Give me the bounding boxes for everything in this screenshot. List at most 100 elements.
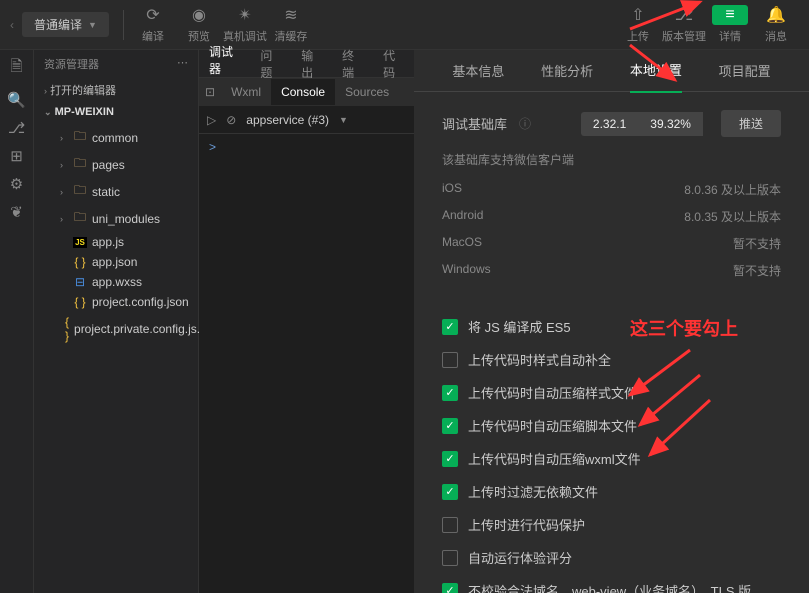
settings-tab[interactable]: 本地设置 (630, 50, 682, 93)
explorer-title: 资源管理器 (44, 56, 99, 72)
lib-version-select[interactable]: 2.32.1 39.32% (581, 112, 703, 136)
checkbox[interactable]: ✓ (442, 385, 458, 401)
chevron-icon[interactable]: ⌄ (44, 107, 52, 117)
debug-lib-label: 调试基础库 (442, 114, 507, 133)
search-icon[interactable]: 🔍 (7, 91, 26, 109)
project-name: MP-WEIXIN (55, 106, 114, 118)
help-icon[interactable]: ⓘ (519, 115, 531, 132)
checkbox[interactable]: ✓ (442, 484, 458, 500)
settings-tabs: 基本信息性能分析本地设置项目配置 (414, 50, 809, 92)
files-icon[interactable]: 🗎 (10, 56, 22, 81)
tab-sources[interactable]: Sources (335, 85, 399, 99)
panel-tab[interactable]: 终端 (332, 47, 373, 81)
checkbox[interactable] (442, 550, 458, 566)
message-button[interactable]: 🔔消息 (753, 5, 799, 44)
file-name: static (92, 185, 120, 199)
tree-item[interactable]: ⊟ app.wxss (34, 272, 198, 292)
tab-console[interactable]: Console (271, 79, 335, 105)
compile-mode-dropdown[interactable]: 普通编译 ▼ (22, 12, 109, 37)
checkbox-label: 将 JS 编译成 ES5 (468, 317, 571, 336)
checkbox[interactable]: ✓ (442, 319, 458, 335)
checkbox-label: 自动运行体验评分 (468, 548, 572, 567)
settings-tab[interactable]: 性能分析 (541, 50, 593, 92)
debug-button[interactable]: ✴真机调试 (222, 5, 268, 44)
file-icon: { } (65, 315, 69, 343)
tree-item[interactable]: { } app.json (34, 252, 198, 272)
branch-icon[interactable]: ⎇ (8, 119, 25, 137)
lib-version: 2.32.1 (581, 112, 638, 136)
file-name: uni_modules (92, 212, 160, 226)
file-icon: { } (73, 255, 87, 269)
editor-area: 调试器问题输出终端代码 ⊡ Wxml Console Sources ▷ ⊘ a… (199, 50, 414, 593)
tree-item[interactable]: ›🗀static (34, 178, 198, 205)
tree-item[interactable]: { }project.private.config.js... (34, 312, 198, 346)
checkbox-label: 上传代码时自动压缩wxml文件 (468, 449, 641, 468)
checkbox-row: 自动运行体验评分 (442, 541, 781, 574)
tree-item[interactable]: { }project.config.json (34, 292, 198, 312)
tree-item[interactable]: ›🗀uni_modules (34, 205, 198, 232)
clear-icon[interactable]: ⊘ (226, 113, 236, 127)
panel-tabs: 调试器问题输出终端代码 (199, 50, 414, 78)
inspect-icon[interactable]: ⊡ (199, 85, 221, 99)
checkbox[interactable] (442, 517, 458, 533)
details-button[interactable]: ≡详情 (707, 5, 753, 44)
tree-item[interactable]: JSapp.js (34, 232, 198, 252)
file-name: app.wxss (92, 275, 142, 289)
checkbox-row: ✓ 上传时过滤无依赖文件 (442, 475, 781, 508)
lib-percent: 39.32% (638, 112, 703, 136)
file-icon: 🗀 (73, 127, 87, 148)
file-icon: ⊟ (73, 275, 87, 289)
settings-tab[interactable]: 项目配置 (719, 50, 771, 92)
menu-icon: ≡ (712, 5, 748, 25)
upload-button[interactable]: ⇧上传 (615, 5, 661, 44)
checkbox-row: ✓ 上传代码时自动压缩脚本文件 (442, 409, 781, 442)
file-icon: { } (73, 295, 87, 309)
checkbox-label: 不校验合法域名、web-view（业务域名）、TLS 版 (468, 581, 751, 593)
checkbox-label: 上传代码时自动压缩脚本文件 (468, 416, 637, 435)
chevron-icon[interactable]: › (44, 86, 47, 96)
play-icon[interactable]: ▷ (207, 113, 216, 127)
checkbox[interactable]: ✓ (442, 451, 458, 467)
settings-tab[interactable]: 基本信息 (452, 50, 504, 92)
checkbox-label: 上传代码时样式自动补全 (468, 350, 611, 369)
extensions-icon[interactable]: ⊞ (10, 147, 23, 165)
tree-item[interactable]: ›🗀common (34, 124, 198, 151)
checkbox-label: 上传时进行代码保护 (468, 515, 585, 534)
console-context[interactable]: appservice (#3) (246, 113, 329, 127)
checkbox-row: ✓ 不校验合法域名、web-view（业务域名）、TLS 版 (442, 574, 781, 593)
refresh-icon: ⟳ (146, 5, 159, 25)
file-name: common (92, 131, 138, 145)
version-button[interactable]: ⎇版本管理 (661, 5, 707, 44)
checkbox-row: 上传时进行代码保护 (442, 508, 781, 541)
checkbox-row: ✓ 上传代码时自动压缩wxml文件 (442, 442, 781, 475)
compile-button[interactable]: ⟳编译 (130, 5, 176, 44)
open-editors-label: 打开的编辑器 (50, 85, 116, 97)
file-name: app.json (92, 255, 137, 269)
tree-item[interactable]: ›🗀pages (34, 151, 198, 178)
clear-cache-button[interactable]: ≋清缓存 (268, 5, 314, 44)
arrow-left-icon[interactable]: ‹ (10, 18, 14, 32)
top-toolbar: ‹ 普通编译 ▼ ⟳编译 ◉预览 ✴真机调试 ≋清缓存 ⇧上传 ⎇版本管理 ≡详… (0, 0, 809, 50)
platform-row: MacOS暂不支持 (442, 230, 781, 257)
more-icon[interactable]: ⋯ (177, 56, 188, 72)
panel-tab[interactable]: 代码 (373, 47, 414, 81)
panel-tab[interactable]: 问题 (250, 47, 291, 81)
checkbox[interactable]: ✓ (442, 583, 458, 593)
checkbox[interactable] (442, 352, 458, 368)
checkbox[interactable]: ✓ (442, 418, 458, 434)
bug-icon: ✴ (238, 5, 251, 25)
file-icon: 🗀 (73, 181, 87, 202)
bell-icon: 🔔 (766, 5, 786, 25)
lib-note: 该基础库支持微信客户端 (442, 151, 781, 168)
file-icon: 🗀 (73, 208, 87, 229)
activity-bar: 🗎 🔍 ⎇ ⊞ ⚙ ❦ (0, 50, 34, 593)
console-prompt[interactable]: > (209, 140, 216, 154)
leaf-icon[interactable]: ❦ (10, 203, 23, 221)
checkbox-row: ✓上传代码时自动压缩样式文件 (442, 376, 781, 409)
push-button[interactable]: 推送 (721, 110, 781, 137)
preview-button[interactable]: ◉预览 (176, 5, 222, 44)
rocket-icon[interactable]: ⚙ (10, 175, 23, 193)
tab-wxml[interactable]: Wxml (221, 85, 271, 99)
checkbox-label: 上传时过滤无依赖文件 (468, 482, 598, 501)
panel-tab[interactable]: 输出 (291, 47, 332, 81)
